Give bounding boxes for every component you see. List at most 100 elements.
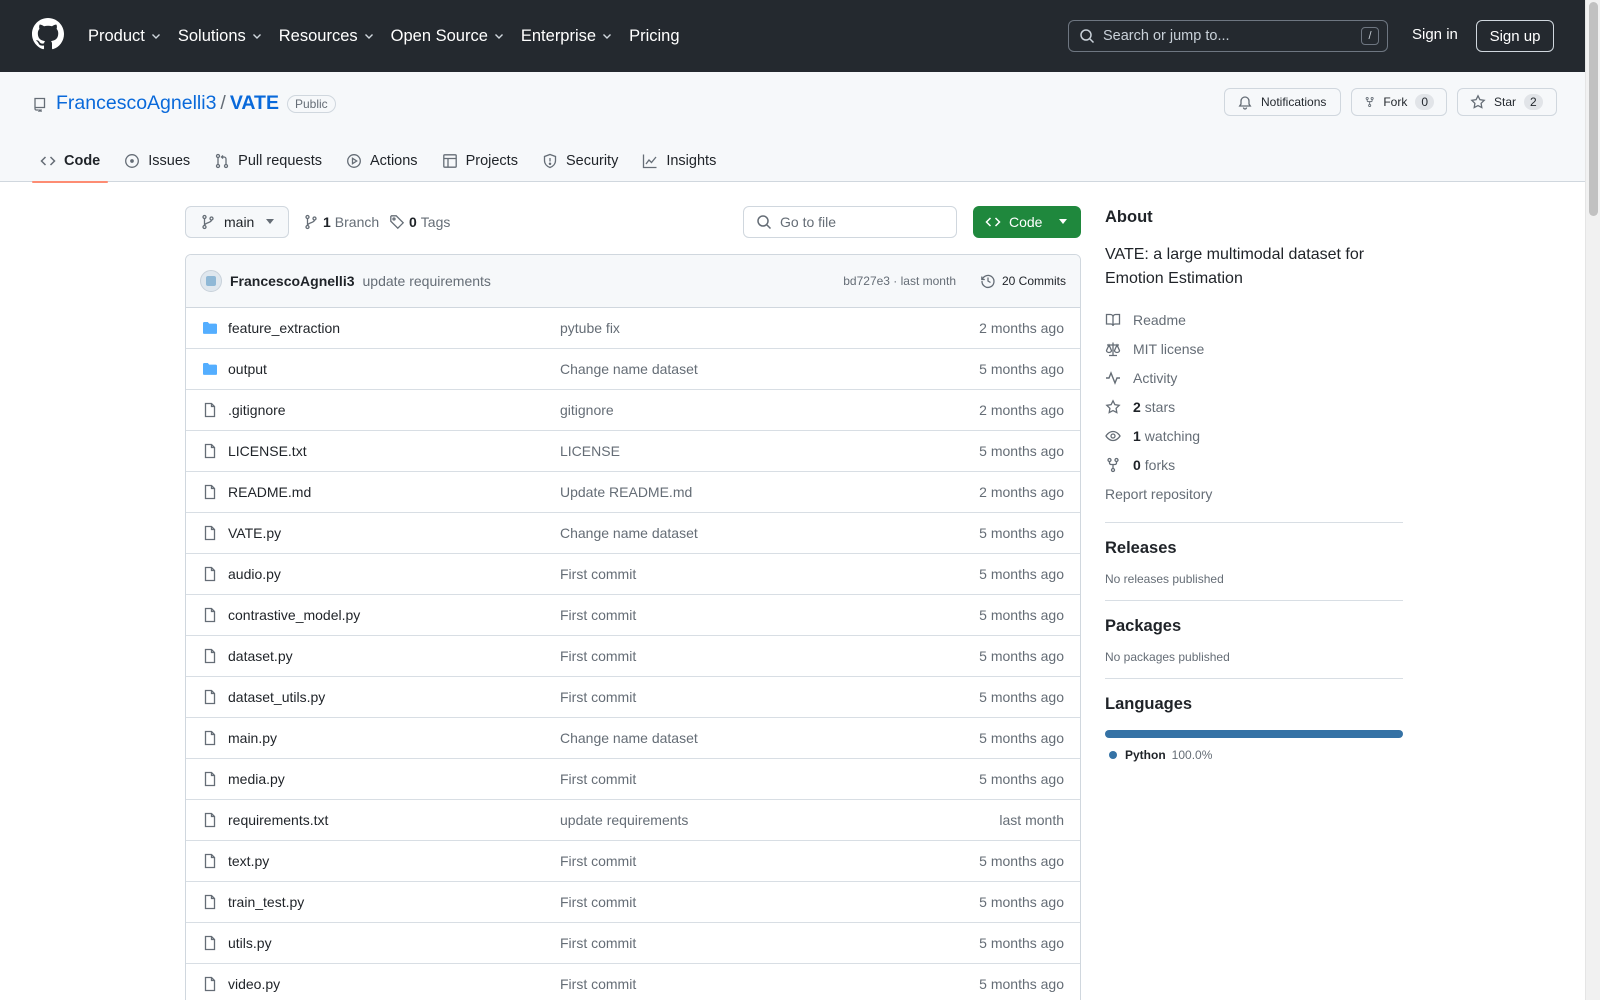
file-name-link[interactable]: LICENSE.txt (228, 443, 307, 459)
repo-name-link[interactable]: VATE (230, 92, 279, 115)
releases-heading[interactable]: Releases (1105, 539, 1403, 558)
file-name-link[interactable]: utils.py (228, 935, 272, 951)
file-commit-message-link[interactable]: Change name dataset (560, 525, 698, 541)
file-commit-message-link[interactable]: First commit (560, 689, 636, 705)
go-to-file-placeholder: Go to file (780, 214, 837, 230)
table-row[interactable]: train_test.py First commit 5 months ago (186, 882, 1080, 923)
file-name-link[interactable]: video.py (228, 976, 280, 992)
shield-icon (543, 153, 557, 169)
file-name-link[interactable]: text.py (228, 853, 269, 869)
table-row[interactable]: LICENSE.txt LICENSE 5 months ago (186, 431, 1080, 472)
repo-owner-link[interactable]: FrancescoAgnelli3 (56, 92, 216, 115)
tab-pull-requests[interactable]: Pull requests (206, 140, 330, 182)
file-commit-message-link[interactable]: First commit (560, 853, 636, 869)
stars-link[interactable]: 2 stars (1105, 392, 1403, 421)
file-commit-message-link[interactable]: First commit (560, 894, 636, 910)
nav-open-source[interactable]: Open Source (391, 27, 505, 46)
sign-up-button[interactable]: Sign up (1476, 20, 1554, 52)
branch-selector-button[interactable]: main (185, 206, 289, 238)
table-row[interactable]: dataset_utils.py First commit 5 months ago (186, 677, 1080, 718)
global-search-input[interactable]: Search or jump to... / (1068, 20, 1388, 52)
file-name-link[interactable]: contrastive_model.py (228, 607, 360, 623)
sign-in-link[interactable]: Sign in (1412, 26, 1458, 43)
file-commit-message-link[interactable]: gitignore (560, 402, 614, 418)
tab-actions[interactable]: Actions (338, 140, 426, 182)
go-to-file-input[interactable]: Go to file (743, 206, 957, 238)
file-commit-message-link[interactable]: Change name dataset (560, 730, 698, 746)
nav-solutions[interactable]: Solutions (178, 27, 263, 46)
file-name-link[interactable]: README.md (228, 484, 311, 500)
file-name-link[interactable]: media.py (228, 771, 285, 787)
file-name-link[interactable]: dataset.py (228, 648, 293, 664)
nav-enterprise[interactable]: Enterprise (521, 27, 613, 46)
tags-link[interactable]: 0 Tags (389, 214, 450, 230)
github-logo-icon[interactable] (32, 18, 64, 50)
file-commit-message-link[interactable]: First commit (560, 648, 636, 664)
file-name-link[interactable]: requirements.txt (228, 812, 328, 828)
notifications-button[interactable]: Notifications (1224, 88, 1341, 116)
branch-name: main (224, 214, 255, 230)
file-commit-message-link[interactable]: First commit (560, 935, 636, 951)
page-scrollbar[interactable] (1585, 0, 1600, 1000)
file-commit-message-link[interactable]: LICENSE (560, 443, 620, 459)
fork-button[interactable]: Fork 0 (1351, 88, 1447, 116)
report-repository-link[interactable]: Report repository (1105, 479, 1403, 508)
forks-link[interactable]: 0 forks (1105, 450, 1403, 479)
tab-insights[interactable]: Insights (634, 140, 724, 182)
file-name-link[interactable]: train_test.py (228, 894, 304, 910)
commits-history-link[interactable]: 20 Commits (980, 273, 1066, 289)
file-commit-message-link[interactable]: update requirements (560, 812, 688, 828)
table-row[interactable]: .gitignore gitignore 2 months ago (186, 390, 1080, 431)
file-name-link[interactable]: main.py (228, 730, 277, 746)
table-row[interactable]: media.py First commit 5 months ago (186, 759, 1080, 800)
language-item-python[interactable]: Python 100.0% (1105, 748, 1403, 762)
table-row[interactable]: contrastive_model.py First commit 5 months… (186, 595, 1080, 636)
license-link[interactable]: MIT license (1105, 334, 1403, 363)
file-commit-message-link[interactable]: First commit (560, 566, 636, 582)
watching-link[interactable]: 1 watching (1105, 421, 1403, 450)
code-download-button[interactable]: Code (973, 206, 1081, 238)
file-name-link[interactable]: .gitignore (228, 402, 286, 418)
file-commit-message-link[interactable]: Change name dataset (560, 361, 698, 377)
file-name-link[interactable]: dataset_utils.py (228, 689, 325, 705)
branches-link[interactable]: 1 Branch (303, 214, 379, 230)
table-row[interactable]: dataset.py First commit 5 months ago (186, 636, 1080, 677)
table-row[interactable]: feature_extraction pytube fix 2 months ago (186, 308, 1080, 349)
table-row[interactable]: main.py Change name dataset 5 months ago (186, 718, 1080, 759)
packages-heading[interactable]: Packages (1105, 617, 1403, 636)
nav-pricing[interactable]: Pricing (629, 27, 679, 46)
table-row[interactable]: utils.py First commit 5 months ago (186, 923, 1080, 964)
file-commit-message-link[interactable]: pytube fix (560, 320, 620, 336)
notifications-label: Notifications (1261, 95, 1327, 109)
table-row[interactable]: audio.py First commit 5 months ago (186, 554, 1080, 595)
table-row[interactable]: README.md Update README.md 2 months ago (186, 472, 1080, 513)
tab-security[interactable]: Security (534, 140, 626, 182)
commit-author-link[interactable]: FrancescoAgnelli3 (230, 273, 355, 289)
activity-link[interactable]: Activity (1105, 363, 1403, 392)
tab-code[interactable]: Code (32, 140, 109, 183)
scrollbar-thumb[interactable] (1589, 2, 1598, 216)
table-row[interactable]: VATE.py Change name dataset 5 months ago (186, 513, 1080, 554)
table-row[interactable]: text.py First commit 5 months ago (186, 841, 1080, 882)
file-name-link[interactable]: feature_extraction (228, 320, 340, 336)
star-button[interactable]: Star 2 (1457, 88, 1557, 116)
readme-link[interactable]: Readme (1105, 305, 1403, 334)
table-row[interactable]: requirements.txt update requirements last … (186, 800, 1080, 841)
commit-message-link[interactable]: update requirements (363, 273, 491, 289)
file-commit-message-link[interactable]: Update README.md (560, 484, 692, 500)
table-row[interactable]: video.py First commit 5 months ago (186, 964, 1080, 1000)
avatar[interactable] (200, 270, 222, 292)
nav-product[interactable]: Product (88, 27, 162, 46)
file-commit-message-link[interactable]: First commit (560, 607, 636, 623)
tab-issues-label: Issues (148, 153, 191, 169)
nav-resources[interactable]: Resources (279, 27, 375, 46)
tab-projects[interactable]: Projects (434, 140, 526, 182)
file-name-link[interactable]: audio.py (228, 566, 281, 582)
tab-issues[interactable]: Issues (116, 140, 198, 182)
commit-hash-time[interactable]: bd727e3 · last month (843, 274, 956, 288)
file-name-link[interactable]: output (228, 361, 267, 377)
file-commit-message-link[interactable]: First commit (560, 771, 636, 787)
file-name-link[interactable]: VATE.py (228, 525, 281, 541)
table-row[interactable]: output Change name dataset 5 months ago (186, 349, 1080, 390)
file-commit-message-link[interactable]: First commit (560, 976, 636, 992)
